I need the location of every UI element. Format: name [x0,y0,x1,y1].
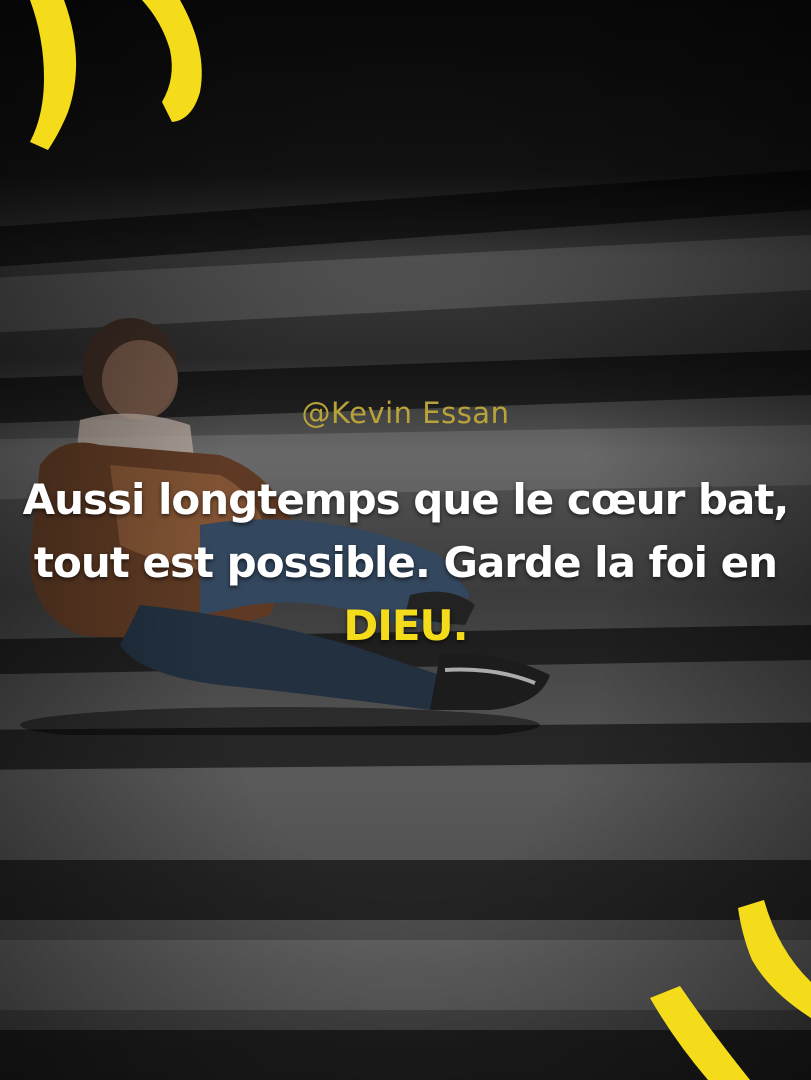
quote-poster: @Kevin Essan Aussi longtemps que le cœur… [0,0,811,1080]
quote-highlight: DIEU. [343,601,468,650]
opening-quote-marks-icon [30,0,202,150]
author-handle: @Kevin Essan [301,396,510,430]
quote-text: Aussi longtemps que le cœur bat, tout es… [20,468,791,657]
closing-quote-marks-icon [650,900,811,1080]
quote-body: Aussi longtemps que le cœur bat, tout es… [22,475,790,587]
